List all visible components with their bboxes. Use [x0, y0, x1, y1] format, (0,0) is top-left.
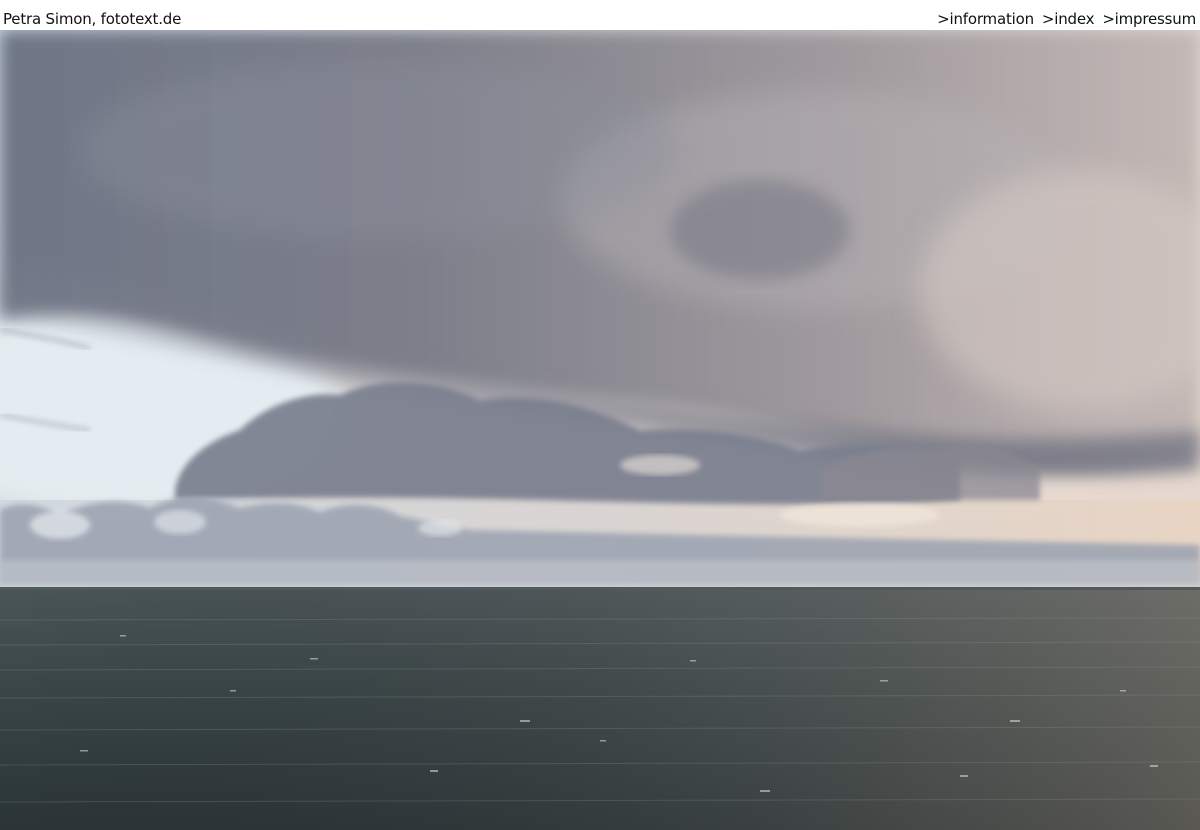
nav-link-index[interactable]: >index [1042, 10, 1095, 28]
site-header: Petra Simon, fototext.de >information >i… [0, 0, 1200, 30]
hero-photo[interactable] [0, 30, 1200, 830]
nav-link-impressum[interactable]: >impressum [1102, 10, 1196, 28]
seascape-image [0, 30, 1200, 830]
site-title-link[interactable]: Petra Simon, fototext.de [3, 10, 181, 28]
main-nav: >information >index >impressum [937, 10, 1196, 28]
nav-link-information[interactable]: >information [937, 10, 1034, 28]
